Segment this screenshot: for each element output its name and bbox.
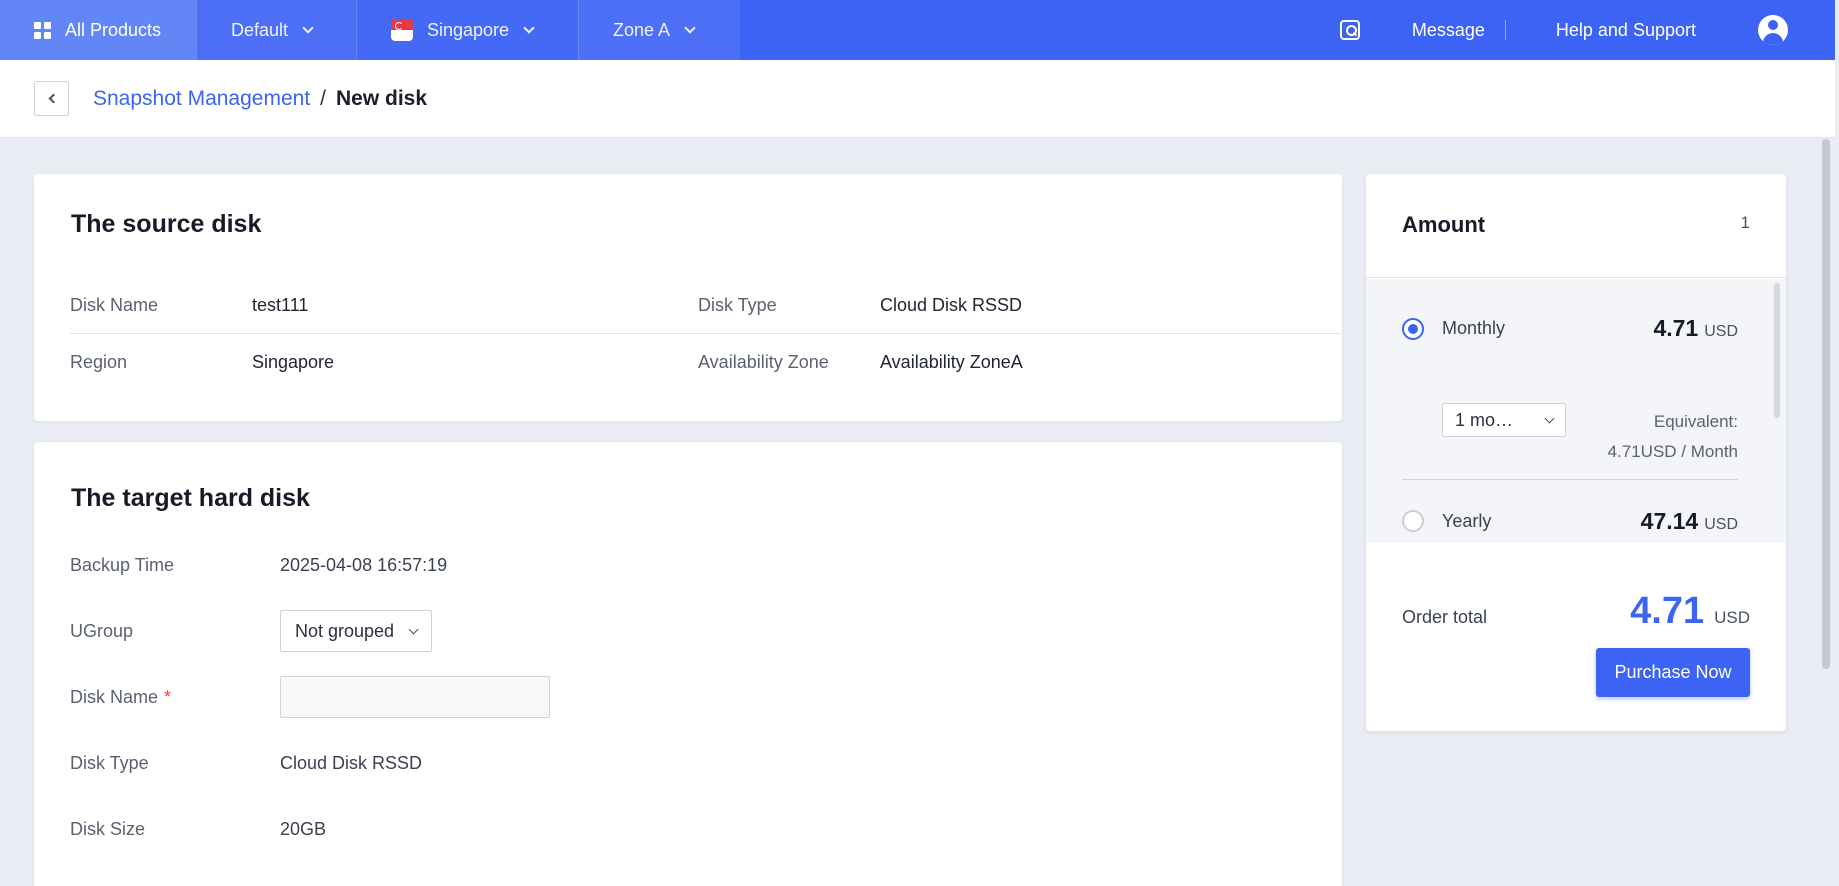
- required-marker: *: [164, 686, 172, 707]
- page-title: New disk: [336, 86, 428, 110]
- disk-name-input[interactable]: [280, 676, 550, 718]
- monthly-label: Monthly: [1442, 318, 1506, 338]
- chevron-left-icon: [48, 93, 58, 104]
- zone-label: Zone A: [613, 19, 671, 40]
- yearly-price: 47.14 USD: [1640, 508, 1738, 534]
- message-link[interactable]: Message: [1412, 20, 1505, 41]
- region-selector[interactable]: Singapore: [356, 0, 578, 60]
- ugroup-select[interactable]: Not grouped: [280, 610, 433, 652]
- ugroup-label: UGroup: [70, 620, 134, 641]
- project-label: Default: [231, 19, 289, 40]
- backup-time-value: 2025-04-08 16:57:19: [280, 554, 448, 575]
- disk-name-row: Disk Name *: [70, 675, 550, 719]
- user-avatar-icon[interactable]: [1758, 15, 1788, 45]
- source-disk-name-value: test111: [252, 295, 309, 315]
- source-zone-value: Availability ZoneA: [880, 351, 1023, 372]
- ugroup-row: UGroup Not grouped: [70, 609, 433, 653]
- ugroup-select-value: Not grouped: [295, 620, 395, 641]
- equivalent-label: Equivalent:: [1653, 412, 1738, 431]
- nav-right-group: Message Help and Support: [1339, 0, 1835, 60]
- order-total-row: Order total 4.71 USD: [1402, 590, 1750, 633]
- monthly-price: 4.71 USD: [1653, 315, 1738, 341]
- breadcrumb-separator: /: [320, 86, 326, 110]
- disk-name-label: Disk Name *: [70, 686, 172, 707]
- nav-divider: [1504, 20, 1506, 40]
- disk-size-value: 20GB: [280, 818, 327, 839]
- source-disk-name-row: Disk Name test111: [70, 278, 710, 334]
- amount-header: Amount 1: [1366, 174, 1786, 278]
- order-total-value: 4.71 USD: [1630, 590, 1750, 632]
- disk-size-label: Disk Size: [70, 818, 146, 839]
- source-disk-type-row: Disk Type Cloud Disk RSSD: [698, 278, 1341, 334]
- grid-icon: [34, 21, 51, 39]
- chevron-down-icon: [408, 624, 419, 634]
- disk-size-row: Disk Size 20GB: [70, 807, 326, 851]
- all-products-menu[interactable]: All Products: [0, 0, 196, 60]
- source-disk-name-label: Disk Name: [70, 295, 159, 315]
- chevron-down-icon: [1544, 413, 1555, 423]
- backup-time-label: Backup Time: [70, 554, 175, 575]
- back-button[interactable]: [34, 81, 69, 116]
- order-total-label: Order total: [1402, 607, 1488, 627]
- source-disk-title: The source disk: [71, 210, 262, 238]
- equivalent-value: 4.71USD / Month: [1607, 442, 1738, 461]
- monthly-plan-option[interactable]: Monthly 4.71 USD 1 mo… Equivalent: 4.71US…: [1402, 315, 1738, 461]
- source-region-row: Region Singapore: [70, 334, 710, 390]
- help-support-link[interactable]: Help and Support: [1556, 20, 1696, 41]
- zone-selector[interactable]: Zone A: [578, 0, 740, 60]
- target-disk-title: The target hard disk: [71, 484, 310, 512]
- source-zone-row: Availability Zone Availability ZoneA: [698, 334, 1341, 390]
- source-disk-type-value: Cloud Disk RSSD: [880, 295, 1023, 315]
- options-scrollbar[interactable]: [1774, 283, 1780, 418]
- region-label: Singapore: [427, 19, 510, 40]
- amount-quantity: 1: [1740, 212, 1750, 232]
- duration-select[interactable]: 1 mo…: [1442, 403, 1566, 437]
- target-disk-type-label: Disk Type: [70, 752, 149, 773]
- target-disk-type-value: Cloud Disk RSSD: [280, 752, 423, 773]
- top-nav: All Products Default Singapore Zone A Me…: [0, 0, 1835, 60]
- amount-title: Amount: [1402, 211, 1486, 237]
- target-disk-type-row: Disk Type Cloud Disk RSSD: [70, 741, 422, 785]
- source-zone-label: Availability Zone: [698, 351, 829, 372]
- chevron-down-icon: [302, 22, 314, 34]
- source-region-value: Singapore: [252, 351, 335, 372]
- amount-panel: Amount 1 Monthly 4.71 USD 1 mo… Equivalen…: [1366, 174, 1786, 731]
- page-scrollbar[interactable]: [1822, 139, 1830, 669]
- search-icon[interactable]: [1339, 20, 1360, 40]
- target-disk-card: The target hard disk Backup Time 2025-04…: [34, 442, 1342, 886]
- purchase-now-button[interactable]: Purchase Now: [1596, 648, 1750, 697]
- all-products-label: All Products: [65, 19, 162, 40]
- billing-options: Monthly 4.71 USD 1 mo… Equivalent: 4.71US…: [1366, 279, 1786, 543]
- monthly-radio[interactable]: [1402, 318, 1424, 340]
- yearly-plan-option[interactable]: Yearly 47.14 USD: [1402, 479, 1738, 534]
- singapore-flag-icon: [391, 19, 413, 41]
- chevron-down-icon: [684, 22, 696, 34]
- source-disk-type-label: Disk Type: [698, 295, 777, 315]
- breadcrumb: Snapshot Management / New disk: [0, 60, 1835, 138]
- yearly-radio[interactable]: [1402, 510, 1424, 532]
- equivalent-price: Equivalent: 4.71USD / Month: [1608, 407, 1738, 467]
- source-region-label: Region: [70, 351, 128, 372]
- chevron-down-icon: [523, 22, 535, 34]
- project-selector[interactable]: Default: [196, 0, 356, 60]
- breadcrumb-parent-link[interactable]: Snapshot Management: [93, 87, 310, 111]
- duration-select-value: 1 mo…: [1455, 409, 1514, 430]
- yearly-label: Yearly: [1442, 511, 1492, 531]
- source-disk-card: The source disk Disk Name test111 Disk T…: [34, 174, 1342, 421]
- backup-time-row: Backup Time 2025-04-08 16:57:19: [70, 543, 447, 587]
